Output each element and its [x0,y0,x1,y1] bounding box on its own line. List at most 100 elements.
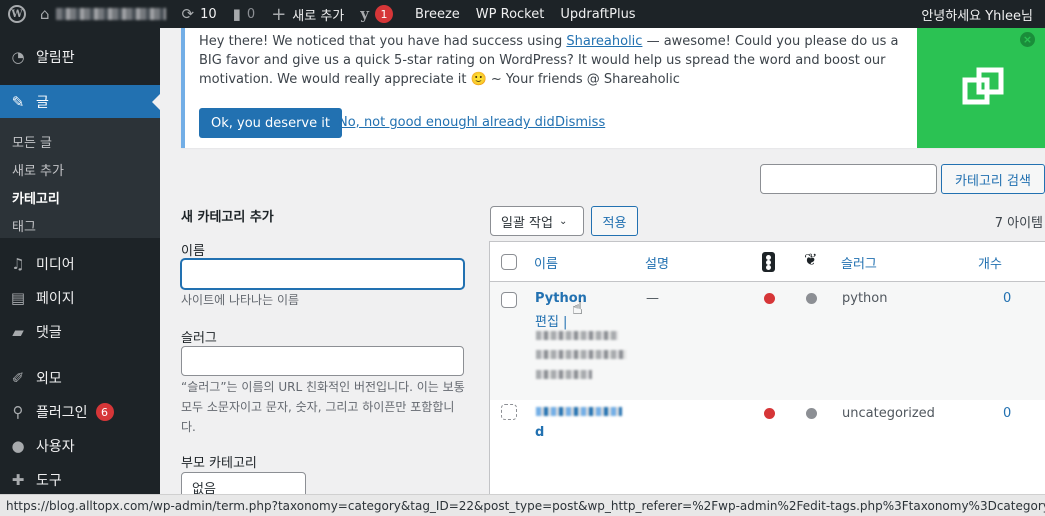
sidebar-item-label: 댓글 [36,325,62,341]
submenu-add-new[interactable]: 새로 추가 [12,160,64,179]
yoast-icon: y [360,5,369,23]
column-count[interactable]: 개수 [978,253,1002,272]
ok-deserve-button[interactable]: Ok, you deserve it [199,108,342,138]
comment-icon: ▰ [12,323,24,341]
comments-button[interactable]: ▮ 0 [225,0,264,28]
slug-help: “슬러그”는 이름의 URL 친화적인 버전입니다. 이는 보통 모두 소문자이… [181,380,465,434]
pin-icon: ✎ [11,93,25,111]
dashboard-icon: ◔ [11,48,25,66]
apply-button[interactable]: 적용 [591,206,638,236]
category-description: — [646,291,659,306]
chevron-down-icon: ⌄ [558,215,568,227]
submenu-categories[interactable]: 카테고리 [12,188,60,207]
sidebar-item-tools[interactable]: ✚ 도구 [0,463,160,497]
sidebar-item-label: 알림판 [36,50,75,66]
site-name[interactable]: ⌂ [32,0,174,28]
sidebar-item-label: 외모 [36,371,62,387]
blurred-row-actions [536,350,626,359]
home-icon: ⌂ [40,5,50,23]
posts-submenu: 모든 글 새로 추가 카테고리 태그 [0,118,160,238]
wrench-icon: ✚ [11,471,25,489]
notice-message: Hey there! We noticed that you have had … [199,32,909,89]
shareaholic-link[interactable]: Shareaholic [566,34,642,49]
name-label: 이름 [181,244,205,259]
submenu-all-posts[interactable]: 모든 글 [12,132,52,151]
sidebar-item-label: 글 [36,95,49,111]
items-count: 7 아이템 [994,216,1043,231]
breeze-menu[interactable]: Breeze [407,0,468,28]
select-all-checkbox[interactable] [501,254,517,270]
feather-icon: ❦ [804,250,818,269]
row-checkbox[interactable] [501,404,517,420]
comments-count: 0 [246,6,256,22]
bulk-action-select[interactable]: 일괄 작업 ⌄ [490,206,584,236]
wordpress-logo-icon[interactable]: W [2,0,32,28]
updates-count: 10 [200,6,217,22]
not-good-enough-link[interactable]: No, not good enough [338,115,475,130]
browser-status-url: https://blog.alltopx.com/wp-admin/term.p… [0,494,1045,516]
category-name-link[interactable]: d [535,425,544,440]
category-count-link[interactable]: 0 [1003,406,1011,421]
category-count-link[interactable]: 0 [1003,291,1011,306]
new-content-label: 새로 추가 [292,8,345,24]
sidebar-item-comments[interactable]: ▰ 댓글 [0,315,160,349]
yoast-button[interactable]: y 1 [352,0,401,28]
status-dot-gray [806,408,817,419]
sidebar-item-label: 페이지 [36,291,75,307]
yoast-badge: 1 [375,5,393,23]
media-icon: ♫ [11,255,25,273]
sidebar-item-label: 플러그인 [36,405,88,421]
updraftplus-menu[interactable]: UpdraftPlus [552,0,643,28]
bulk-action-value: 일괄 작업 [501,215,553,231]
category-search-input[interactable] [760,164,937,194]
sidebar-item-media[interactable]: ♫ 미디어 [0,247,160,281]
sidebar-item-pages[interactable]: ▤ 페이지 [0,281,160,315]
table-row: d uncategorized 0 [490,400,1045,460]
updates-button[interactable]: ⟳ 10 [174,0,225,28]
new-content-button[interactable]: + 새로 추가 [263,0,352,28]
name-help: 사이트에 나타나는 이름 [181,293,300,307]
column-slug[interactable]: 슬러그 [841,253,877,272]
status-dot-gray [806,293,817,304]
already-did-link[interactable]: I already did [474,115,555,130]
comment-icon: ▮ [232,5,241,23]
close-icon[interactable]: × [1020,32,1035,47]
status-dot-red [764,408,775,419]
wp-rocket-menu[interactable]: WP Rocket [468,0,553,28]
column-description[interactable]: 설명 [645,253,669,272]
page-icon: ▤ [10,289,26,307]
sidebar-item-plugins[interactable]: ⚲ 플러그인 6 [0,395,160,429]
categories-table: 이름 설명 ❦ 슬러그 개수 Python 편집 | — python 0 d … [489,241,1045,501]
shareaholic-logo-icon [962,67,1004,105]
hand-cursor-icon: ☝ [572,298,583,319]
slug-label: 슬러그 [181,331,217,346]
sidebar-item-appearance[interactable]: ✐ 외모 [0,361,160,395]
plus-icon: + [271,3,287,25]
category-slug: uncategorized [842,406,935,421]
sidebar-item-users[interactable]: ● 사용자 [0,429,160,463]
sidebar-item-label: 도구 [36,473,62,489]
brush-icon: ✐ [11,369,25,387]
site-name-blurred [55,8,166,20]
refresh-icon: ⟳ [181,5,195,23]
parent-label: 부모 카테고리 [181,456,257,471]
column-name[interactable]: 이름 [534,253,558,272]
category-slug: python [842,291,888,306]
category-search-button[interactable]: 카테고리 검색 [941,164,1045,194]
add-category-title: 새 카테고리 추가 [181,210,274,225]
row-action-edit[interactable]: 편집 | [535,311,567,330]
blurred-row-actions [536,370,592,379]
sidebar-item-posts[interactable]: ✎ 글 [0,85,160,119]
submenu-tags[interactable]: 태그 [12,216,36,235]
blurred-row-actions [536,331,618,340]
account-greeting[interactable]: 안녕하세요 Yhlee님 [913,0,1045,28]
row-checkbox[interactable] [501,292,517,308]
admin-bar: W ⌂ ⟳ 10 ▮ 0 + 새로 추가 y 1 Breeze WP Rocke… [0,0,1045,28]
shareaholic-notice: Hey there! We noticed that you have had … [181,28,1045,148]
notice-text: Hey there! We noticed that you have had … [199,34,567,49]
sidebar-item-label: 사용자 [36,439,75,455]
category-slug-input[interactable] [181,346,464,376]
sidebar-item-dashboard[interactable]: ◔ 알림판 [0,40,160,74]
category-name-input[interactable] [181,259,464,289]
dismiss-link[interactable]: Dismiss [555,115,605,130]
